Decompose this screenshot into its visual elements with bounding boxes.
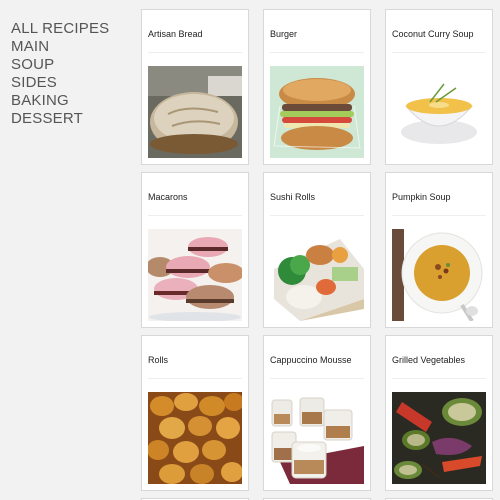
recipe-card[interactable]: Artisan Bread [141,9,249,165]
nav-item-main[interactable]: MAIN [11,38,109,56]
recipe-card[interactable]: Sushi Rolls [263,172,371,328]
grilled-vegetables-photo[interactable] [392,392,486,484]
card-divider [148,215,242,216]
card-divider [270,378,364,379]
recipe-title: Macarons [148,192,188,202]
recipe-card[interactable]: Coconut Curry Soup [385,9,493,165]
nav-item-dessert[interactable]: DESSERT [11,110,109,128]
burger-photo[interactable] [270,66,364,158]
rolls-photo[interactable] [148,392,242,484]
nav-item-soup[interactable]: SOUP [11,56,109,74]
nav-item-sides[interactable]: SIDES [11,74,109,92]
macarons-photo[interactable] [148,229,242,321]
cappuccino-mousse-photo[interactable] [270,392,364,484]
nav-item-all-recipes[interactable]: ALL RECIPES [11,20,109,38]
recipe-title: Coconut Curry Soup [392,29,474,39]
recipe-title: Grilled Vegetables [392,355,466,365]
recipe-title: Sushi Rolls [270,192,316,202]
card-divider [392,378,486,379]
recipe-card[interactable]: Burger [263,9,371,165]
recipe-card[interactable]: Rolls [141,335,249,491]
recipe-title: Rolls [148,355,169,365]
recipe-title: Cappuccino Mousse [270,355,352,365]
artisan-bread-photo[interactable] [148,66,242,158]
coconut-curry-soup-photo[interactable] [392,66,486,158]
recipe-category-nav: ALL RECIPES MAIN SOUP SIDES BAKING DESSE… [11,20,109,128]
recipe-card[interactable]: Pumpkin Soup [385,172,493,328]
card-divider [148,52,242,53]
recipe-card[interactable]: Macarons [141,172,249,328]
pumpkin-soup-photo[interactable] [392,229,486,321]
sushi-rolls-photo[interactable] [270,229,364,321]
recipe-card[interactable]: Grilled Vegetables [385,335,493,491]
card-divider [148,378,242,379]
card-divider [270,215,364,216]
card-divider [392,52,486,53]
nav-item-baking[interactable]: BAKING [11,92,109,110]
card-divider [270,52,364,53]
recipe-title: Burger [270,29,298,39]
recipe-title: Pumpkin Soup [392,192,451,202]
recipe-title: Artisan Bread [148,29,203,39]
recipe-card[interactable]: Cappuccino Mousse [263,335,371,491]
card-divider [392,215,486,216]
